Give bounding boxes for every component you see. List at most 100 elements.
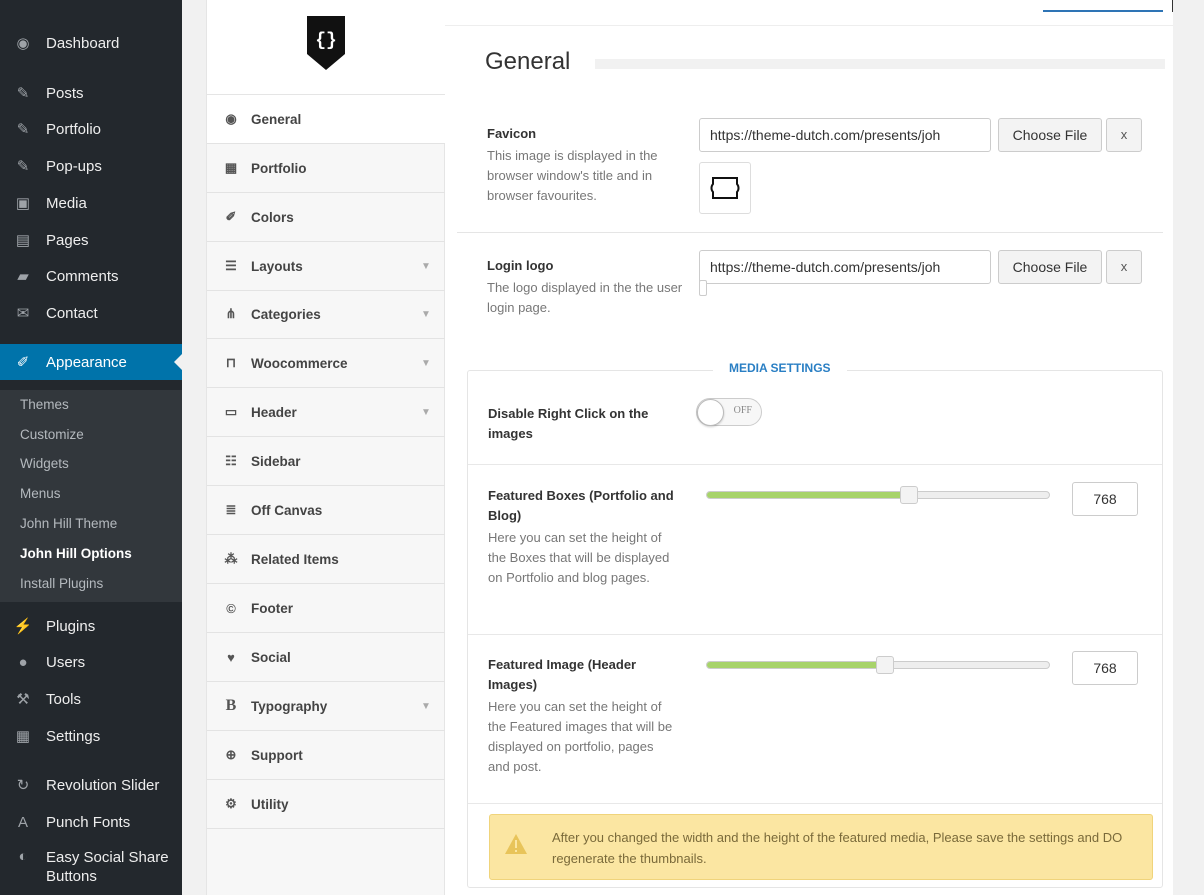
font-icon: A xyxy=(17,813,28,831)
cubes-icon: ⁂ xyxy=(224,551,238,566)
featured-boxes-slider[interactable] xyxy=(706,486,1050,504)
favicon-image-icon xyxy=(710,177,740,199)
header-icon: ▭ xyxy=(224,404,238,419)
toggle-state-text: OFF xyxy=(733,405,752,416)
row-divider xyxy=(468,464,1162,465)
menu-tools[interactable]: ⚒ Tools xyxy=(0,681,182,717)
menu-icon: ≣ xyxy=(225,502,237,517)
submenu-john-hill-theme[interactable]: John Hill Theme xyxy=(20,516,117,531)
pages-icon: ▤ xyxy=(15,232,31,249)
favicon-description: This image is displayed in the browser w… xyxy=(487,148,658,203)
grid-icon: ▦ xyxy=(224,160,238,175)
menu-pages[interactable]: ▤ Pages xyxy=(0,222,182,258)
nav-header[interactable]: ▭ Header ▼ xyxy=(207,388,445,437)
nav-general[interactable]: ◉ General xyxy=(207,95,446,144)
align-icon: ☰ xyxy=(225,258,237,273)
menu-revolution-slider[interactable]: ↻ Revolution Slider xyxy=(0,767,182,803)
nav-colors[interactable]: ✐ Colors xyxy=(207,193,445,242)
menu-portfolio[interactable]: ✎ Portfolio xyxy=(0,111,182,147)
wrench-icon: ⚒ xyxy=(16,691,30,708)
nav-off-canvas[interactable]: ≣ Off Canvas xyxy=(207,486,445,535)
right-click-label: Disable Right Click on the images xyxy=(488,406,649,441)
lifebuoy-icon: ⊕ xyxy=(225,747,237,762)
login-logo-choose-file-button[interactable]: Choose File xyxy=(998,250,1102,284)
share-icon: ◐ xyxy=(18,848,28,865)
featured-image-slider[interactable] xyxy=(706,656,1050,674)
page-title: General xyxy=(485,48,571,75)
menu-pop-ups[interactable]: ✎ Pop-ups xyxy=(0,148,182,184)
menu-posts[interactable]: ✎ Posts xyxy=(0,75,182,111)
nav-social[interactable]: ♥ Social xyxy=(207,633,445,682)
logo-area: {} xyxy=(207,0,445,95)
chevron-down-icon: ▼ xyxy=(421,260,431,272)
menu-punch-fonts[interactable]: A Punch Fonts xyxy=(0,804,182,840)
favicon-url-input[interactable]: https://theme-dutch.com/presents/joh xyxy=(699,118,991,152)
nav-typography[interactable]: B Typography ▼ xyxy=(207,682,445,731)
featured-image-value-input[interactable]: 768 xyxy=(1072,651,1138,685)
login-logo-remove-button[interactable]: x xyxy=(1106,250,1142,284)
comment-icon: ▰ xyxy=(17,268,29,285)
warning-text: After you changed the width and the heig… xyxy=(552,830,1123,866)
featured-boxes-value-input[interactable]: 768 xyxy=(1072,482,1138,516)
nav-portfolio[interactable]: ▦ Portfolio xyxy=(207,144,445,193)
nav-footer[interactable]: © Footer xyxy=(207,584,445,633)
menu-contact[interactable]: ✉ Contact xyxy=(0,295,182,331)
sitemap-icon: ⋔ xyxy=(225,306,237,321)
menu-comments[interactable]: ▰ Comments xyxy=(0,258,182,294)
submenu-customize[interactable]: Customize xyxy=(20,427,84,442)
menu-dashboard[interactable]: ◉ Dashboard xyxy=(0,25,182,61)
mail-icon: ✉ xyxy=(16,305,30,322)
nav-utility[interactable]: ⚙ Utility xyxy=(207,780,445,829)
featured-boxes-label: Featured Boxes (Portfolio and Blog) xyxy=(488,488,674,523)
toggle-knob xyxy=(697,399,724,426)
top-strip xyxy=(445,0,1173,26)
svg-text:{}: {} xyxy=(315,31,337,51)
bold-icon: B xyxy=(225,697,237,714)
theme-logo-icon: {} xyxy=(307,16,345,70)
slider-handle[interactable] xyxy=(876,656,894,674)
slider-handle[interactable] xyxy=(900,486,918,504)
window-edge xyxy=(1172,0,1173,12)
favicon-label: Favicon xyxy=(487,126,537,141)
warning-icon xyxy=(505,834,527,854)
favicon-preview xyxy=(699,162,751,214)
featured-image-label: Featured Image (Header Images) xyxy=(488,657,637,692)
menu-easy-social-share[interactable]: ◐ Easy Social Share Buttons xyxy=(0,844,182,894)
nav-categories[interactable]: ⋔ Categories ▼ xyxy=(207,290,445,339)
submenu-themes[interactable]: Themes xyxy=(20,397,69,412)
slider-fill xyxy=(707,492,909,498)
twitter-icon: ♥ xyxy=(227,649,235,665)
settings-icon: ▦ xyxy=(15,728,31,745)
nav-woocommerce[interactable]: ⊓ Woocommerce ▼ xyxy=(207,339,445,388)
plug-icon: ⚡ xyxy=(13,618,33,635)
submenu-menus[interactable]: Menus xyxy=(20,486,61,501)
warning-notice: After you changed the width and the heig… xyxy=(489,814,1153,880)
nav-support[interactable]: ⊕ Support xyxy=(207,731,445,780)
menu-appearance[interactable]: ✐ Appearance xyxy=(0,344,182,380)
chevron-down-icon: ▼ xyxy=(421,357,431,369)
menu-settings[interactable]: ▦ Settings xyxy=(0,718,182,754)
nav-sidebar[interactable]: ☷ Sidebar xyxy=(207,437,445,486)
save-button-edge[interactable] xyxy=(1043,0,1163,12)
dashboard-icon: ◉ xyxy=(225,111,237,126)
nav-layouts[interactable]: ☰ Layouts ▼ xyxy=(207,242,445,291)
nav-related-items[interactable]: ⁂ Related Items xyxy=(207,535,445,584)
favicon-remove-button[interactable]: x xyxy=(1106,118,1142,152)
right-click-toggle[interactable]: OFF xyxy=(696,398,762,426)
options-content: General Favicon This image is displayed … xyxy=(445,0,1173,895)
favicon-choose-file-button[interactable]: Choose File xyxy=(998,118,1102,152)
slider-fill xyxy=(707,662,885,668)
menu-media[interactable]: ▣ Media xyxy=(0,185,182,221)
chevron-down-icon: ▼ xyxy=(421,308,431,320)
chevron-down-icon: ▼ xyxy=(421,700,431,712)
appearance-submenu: Themes Customize Widgets Menus John Hill… xyxy=(0,390,182,602)
submenu-install-plugins[interactable]: Install Plugins xyxy=(20,576,103,591)
dashboard-icon: ◉ xyxy=(16,35,30,52)
submenu-john-hill-options[interactable]: John Hill Options xyxy=(20,546,132,561)
submenu-widgets[interactable]: Widgets xyxy=(20,456,69,471)
refresh-icon: ↻ xyxy=(16,777,30,794)
login-logo-url-input[interactable]: https://theme-dutch.com/presents/joh xyxy=(699,250,991,284)
menu-plugins[interactable]: ⚡ Plugins xyxy=(0,608,182,644)
menu-users[interactable]: ● Users xyxy=(0,644,182,680)
login-logo-description: The logo displayed in the the user login… xyxy=(487,280,683,315)
